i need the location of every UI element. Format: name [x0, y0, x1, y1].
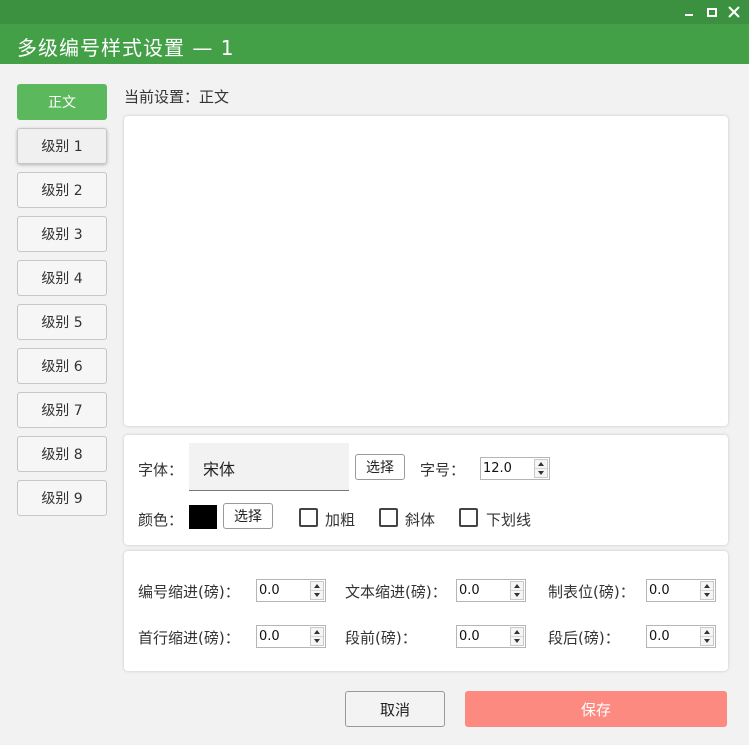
- space-before-label: 段前(磅)：: [345, 629, 417, 647]
- preview-panel: [124, 116, 728, 426]
- spin-up-icon[interactable]: [704, 630, 710, 634]
- space-before-value: 0.0: [459, 629, 480, 644]
- sidebar-item-body-text[interactable]: 正文: [17, 84, 107, 120]
- spin-down-icon[interactable]: [538, 470, 544, 475]
- spin-up-icon[interactable]: [314, 630, 320, 634]
- first-line-indent-label: 首行缩进(磅)：: [138, 629, 240, 647]
- first-line-indent-stepper[interactable]: 0.0: [256, 625, 326, 648]
- tab-stop-label: 制表位(磅)：: [548, 583, 635, 601]
- font-label: 字体：: [138, 461, 184, 479]
- number-indent-value: 0.0: [259, 583, 280, 598]
- indent-settings-panel: [124, 551, 728, 671]
- font-size-stepper[interactable]: 12.0: [480, 457, 550, 480]
- title-bar: 多级编号样式设置 — 1: [0, 0, 749, 64]
- font-size-value: 12.0: [483, 461, 512, 476]
- sidebar-item-level-8[interactable]: 级别 8: [17, 436, 107, 472]
- space-after-value: 0.0: [649, 629, 670, 644]
- underline-label: 下划线: [486, 511, 532, 529]
- spin-down-icon[interactable]: [514, 592, 520, 597]
- spin-down-icon[interactable]: [704, 592, 710, 597]
- bold-label: 加粗: [325, 511, 356, 529]
- spin-up-icon[interactable]: [704, 584, 710, 588]
- font-name-field[interactable]: 宋体: [189, 443, 349, 491]
- sidebar-item-level-1[interactable]: 级别 1: [17, 128, 107, 164]
- sidebar-item-level-5[interactable]: 级别 5: [17, 304, 107, 340]
- underline-checkbox[interactable]: [459, 508, 478, 527]
- italic-label: 斜体: [405, 511, 436, 529]
- space-after-label: 段后(磅)：: [548, 629, 620, 647]
- cancel-button[interactable]: 取消: [345, 691, 445, 727]
- number-indent-label: 编号缩进(磅)：: [138, 583, 240, 601]
- color-swatch[interactable]: [189, 505, 217, 529]
- spin-up-icon[interactable]: [514, 630, 520, 634]
- color-select-button[interactable]: 选择: [223, 503, 273, 529]
- spin-down-icon[interactable]: [514, 638, 520, 643]
- sidebar-item-level-9[interactable]: 级别 9: [17, 480, 107, 516]
- italic-checkbox[interactable]: [379, 508, 398, 527]
- save-button[interactable]: 保存: [465, 691, 727, 727]
- bold-checkbox[interactable]: [299, 508, 318, 527]
- text-indent-value: 0.0: [459, 583, 480, 598]
- text-indent-label: 文本缩进(磅)：: [345, 583, 447, 601]
- spin-down-icon[interactable]: [314, 592, 320, 597]
- tab-stop-stepper[interactable]: 0.0: [646, 579, 716, 602]
- spin-down-icon[interactable]: [314, 638, 320, 643]
- spin-up-icon[interactable]: [314, 584, 320, 588]
- title-bar-strip: [0, 0, 749, 24]
- maximize-icon[interactable]: [703, 3, 721, 21]
- sidebar-item-level-6[interactable]: 级别 6: [17, 348, 107, 384]
- space-before-stepper[interactable]: 0.0: [456, 625, 526, 648]
- spin-down-icon[interactable]: [704, 638, 710, 643]
- text-indent-stepper[interactable]: 0.0: [456, 579, 526, 602]
- window-title: 多级编号样式设置 — 1: [17, 36, 235, 60]
- sidebar-item-level-4[interactable]: 级别 4: [17, 260, 107, 296]
- number-indent-stepper[interactable]: 0.0: [256, 579, 326, 602]
- spin-up-icon[interactable]: [538, 462, 544, 466]
- space-after-stepper[interactable]: 0.0: [646, 625, 716, 648]
- font-select-button[interactable]: 选择: [355, 454, 405, 480]
- close-icon[interactable]: [725, 3, 743, 21]
- current-setting-label: 当前设置：正文: [124, 88, 230, 106]
- sidebar-item-level-7[interactable]: 级别 7: [17, 392, 107, 428]
- sidebar-item-level-3[interactable]: 级别 3: [17, 216, 107, 252]
- minimize-icon[interactable]: [680, 3, 698, 21]
- font-size-label: 字号：: [420, 461, 466, 479]
- tab-stop-value: 0.0: [649, 583, 670, 598]
- sidebar-item-level-2[interactable]: 级别 2: [17, 172, 107, 208]
- spin-up-icon[interactable]: [514, 584, 520, 588]
- color-label: 颜色：: [138, 511, 184, 529]
- first-line-indent-value: 0.0: [259, 629, 280, 644]
